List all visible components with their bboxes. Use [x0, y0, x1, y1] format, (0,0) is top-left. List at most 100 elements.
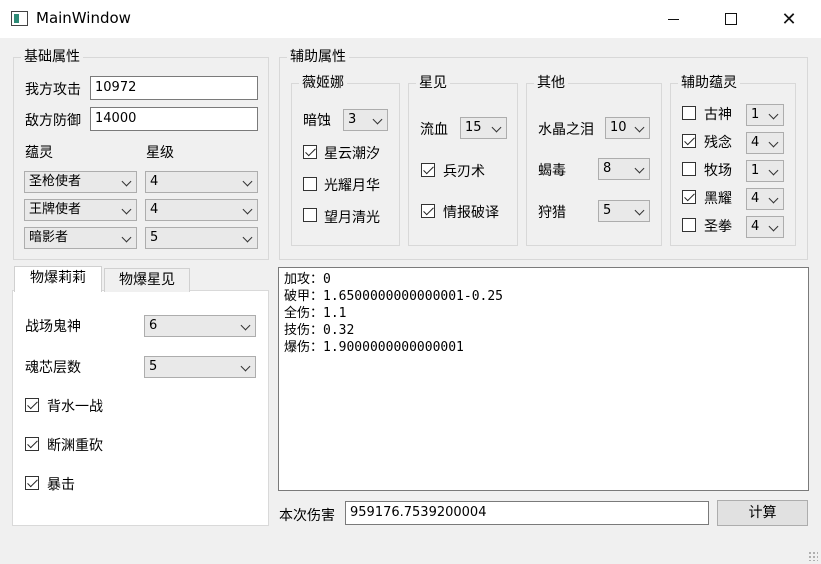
aux-group-title: 辅助属性 — [287, 48, 349, 66]
support-pasture-checkbox[interactable] — [682, 162, 696, 176]
calculate-button[interactable]: 计算 — [717, 500, 808, 526]
spirit-select-1[interactable]: 圣枪使者 — [24, 171, 137, 193]
bleed-value: 15 — [465, 120, 482, 135]
chevron-down-icon — [121, 232, 132, 243]
support-holyfist-label: 圣拳 — [704, 219, 732, 235]
chevron-down-icon — [242, 232, 253, 243]
star-select-2[interactable]: 4 — [145, 199, 258, 221]
chevron-down-icon — [634, 163, 645, 174]
spirit-select-2-value: 王牌使者 — [29, 202, 82, 217]
spirit-select-3[interactable]: 暗影者 — [24, 227, 137, 249]
app-icon — [11, 11, 28, 26]
scorpion-label: 蝎毒 — [538, 163, 566, 179]
intel-decode-checkbox[interactable] — [421, 204, 435, 218]
support-remnant-label: 残念 — [704, 135, 732, 151]
support-obsidian-label: 黑耀 — [704, 191, 732, 207]
resize-grip-icon[interactable] — [808, 551, 818, 561]
star-select-3[interactable]: 5 — [145, 227, 258, 249]
abyss-cleave-checkbox[interactable] — [25, 437, 39, 451]
soul-core-label: 魂芯层数 — [25, 360, 81, 376]
spirit-select-1-value: 圣枪使者 — [29, 174, 82, 189]
support-pasture-select[interactable]: 1 — [746, 160, 784, 182]
tab-xingjian[interactable]: 物爆星见 — [104, 268, 190, 292]
chevron-down-icon — [240, 361, 251, 372]
clear-moon-label: 望月清光 — [324, 210, 380, 226]
abyss-cleave-label: 断渊重砍 — [47, 438, 103, 454]
hunting-select[interactable]: 5 — [598, 200, 650, 222]
support-remnant-select[interactable]: 4 — [746, 132, 784, 154]
chevron-down-icon — [768, 165, 779, 176]
scorpion-value: 8 — [603, 161, 612, 176]
star-select-3-value: 5 — [150, 230, 159, 245]
attack-input[interactable]: 10972 — [90, 76, 258, 100]
star-select-1[interactable]: 4 — [145, 171, 258, 193]
output-textarea[interactable]: 加攻：0 破甲：1.6500000000000001-0.25 全伤：1.1 技伤：0… — [278, 267, 809, 491]
support-pasture-value: 1 — [751, 163, 760, 178]
chevron-down-icon — [768, 109, 779, 120]
weapon-art-checkbox[interactable] — [421, 163, 435, 177]
damage-result-input[interactable]: 959176.7539200004 — [345, 501, 709, 525]
close-button[interactable]: ✕ — [766, 0, 812, 38]
nebula-tide-checkbox[interactable] — [303, 145, 317, 159]
crit-checkbox[interactable] — [25, 476, 39, 490]
support-pasture-label: 牧场 — [704, 163, 732, 179]
scorpion-select[interactable]: 8 — [598, 158, 650, 180]
chevron-down-icon — [491, 122, 502, 133]
erosion-select[interactable]: 3 — [343, 109, 388, 131]
damage-label: 本次伤害 — [279, 508, 335, 524]
support-ancient-value: 1 — [751, 107, 760, 122]
support-group-title: 辅助蕴灵 — [678, 74, 740, 92]
crystal-tear-label: 水晶之泪 — [538, 122, 594, 138]
weapon-art-label: 兵刃术 — [443, 164, 485, 180]
support-ancient-label: 古神 — [704, 107, 732, 123]
chevron-down-icon — [242, 176, 253, 187]
soul-core-value: 5 — [149, 359, 158, 374]
glory-moon-checkbox[interactable] — [303, 177, 317, 191]
battle-ghost-select[interactable]: 6 — [144, 315, 256, 337]
window-title: MainWindow — [36, 9, 131, 27]
other-group-title: 其他 — [534, 74, 568, 92]
bleed-select[interactable]: 15 — [460, 117, 507, 139]
support-ancient-select[interactable]: 1 — [746, 104, 784, 126]
maximize-button[interactable] — [708, 0, 754, 38]
attack-label: 我方攻击 — [25, 82, 81, 98]
support-holyfist-checkbox[interactable] — [682, 218, 696, 232]
last-stand-checkbox[interactable] — [25, 398, 39, 412]
crystal-tear-select[interactable]: 10 — [605, 117, 650, 139]
chevron-down-icon — [372, 114, 383, 125]
spirit-select-2[interactable]: 王牌使者 — [24, 199, 137, 221]
minimize-button[interactable] — [650, 0, 696, 38]
basic-group-title: 基础属性 — [21, 48, 83, 66]
minimize-icon — [667, 18, 679, 20]
clear-moon-checkbox[interactable] — [303, 208, 317, 222]
support-remnant-value: 4 — [751, 135, 760, 150]
nebula-tide-label: 星云潮汐 — [324, 146, 380, 162]
support-ancient-checkbox[interactable] — [682, 106, 696, 120]
spirit-header: 蕴灵 — [25, 145, 53, 161]
erosion-label: 暗蚀 — [303, 113, 331, 129]
support-remnant-checkbox[interactable] — [682, 134, 696, 148]
chevron-down-icon — [634, 205, 645, 216]
chevron-down-icon — [768, 193, 779, 204]
crit-label: 暴击 — [47, 477, 75, 493]
soul-core-select[interactable]: 5 — [144, 356, 256, 378]
output-line: 加攻：0 — [284, 272, 331, 287]
close-icon: ✕ — [781, 8, 797, 30]
intel-decode-label: 情报破译 — [443, 205, 499, 221]
output-line: 爆伤：1.9000000000000001 — [284, 340, 464, 355]
output-line: 破甲：1.6500000000000001-0.25 — [284, 289, 504, 304]
title-bar: MainWindow ✕ — [0, 0, 821, 38]
star-select-2-value: 4 — [150, 202, 159, 217]
tab-lili[interactable]: 物爆莉莉 — [14, 266, 102, 292]
spirit-select-3-value: 暗影者 — [29, 230, 69, 245]
hunting-label: 狩猎 — [538, 205, 566, 221]
defense-input[interactable]: 14000 — [90, 107, 258, 131]
support-obsidian-select[interactable]: 4 — [746, 188, 784, 210]
support-obsidian-value: 4 — [751, 191, 760, 206]
chevron-down-icon — [768, 137, 779, 148]
support-holyfist-select[interactable]: 4 — [746, 216, 784, 238]
battle-ghost-label: 战场鬼神 — [25, 319, 81, 335]
support-obsidian-checkbox[interactable] — [682, 190, 696, 204]
chevron-down-icon — [121, 204, 132, 215]
star-header: 星级 — [146, 145, 174, 161]
